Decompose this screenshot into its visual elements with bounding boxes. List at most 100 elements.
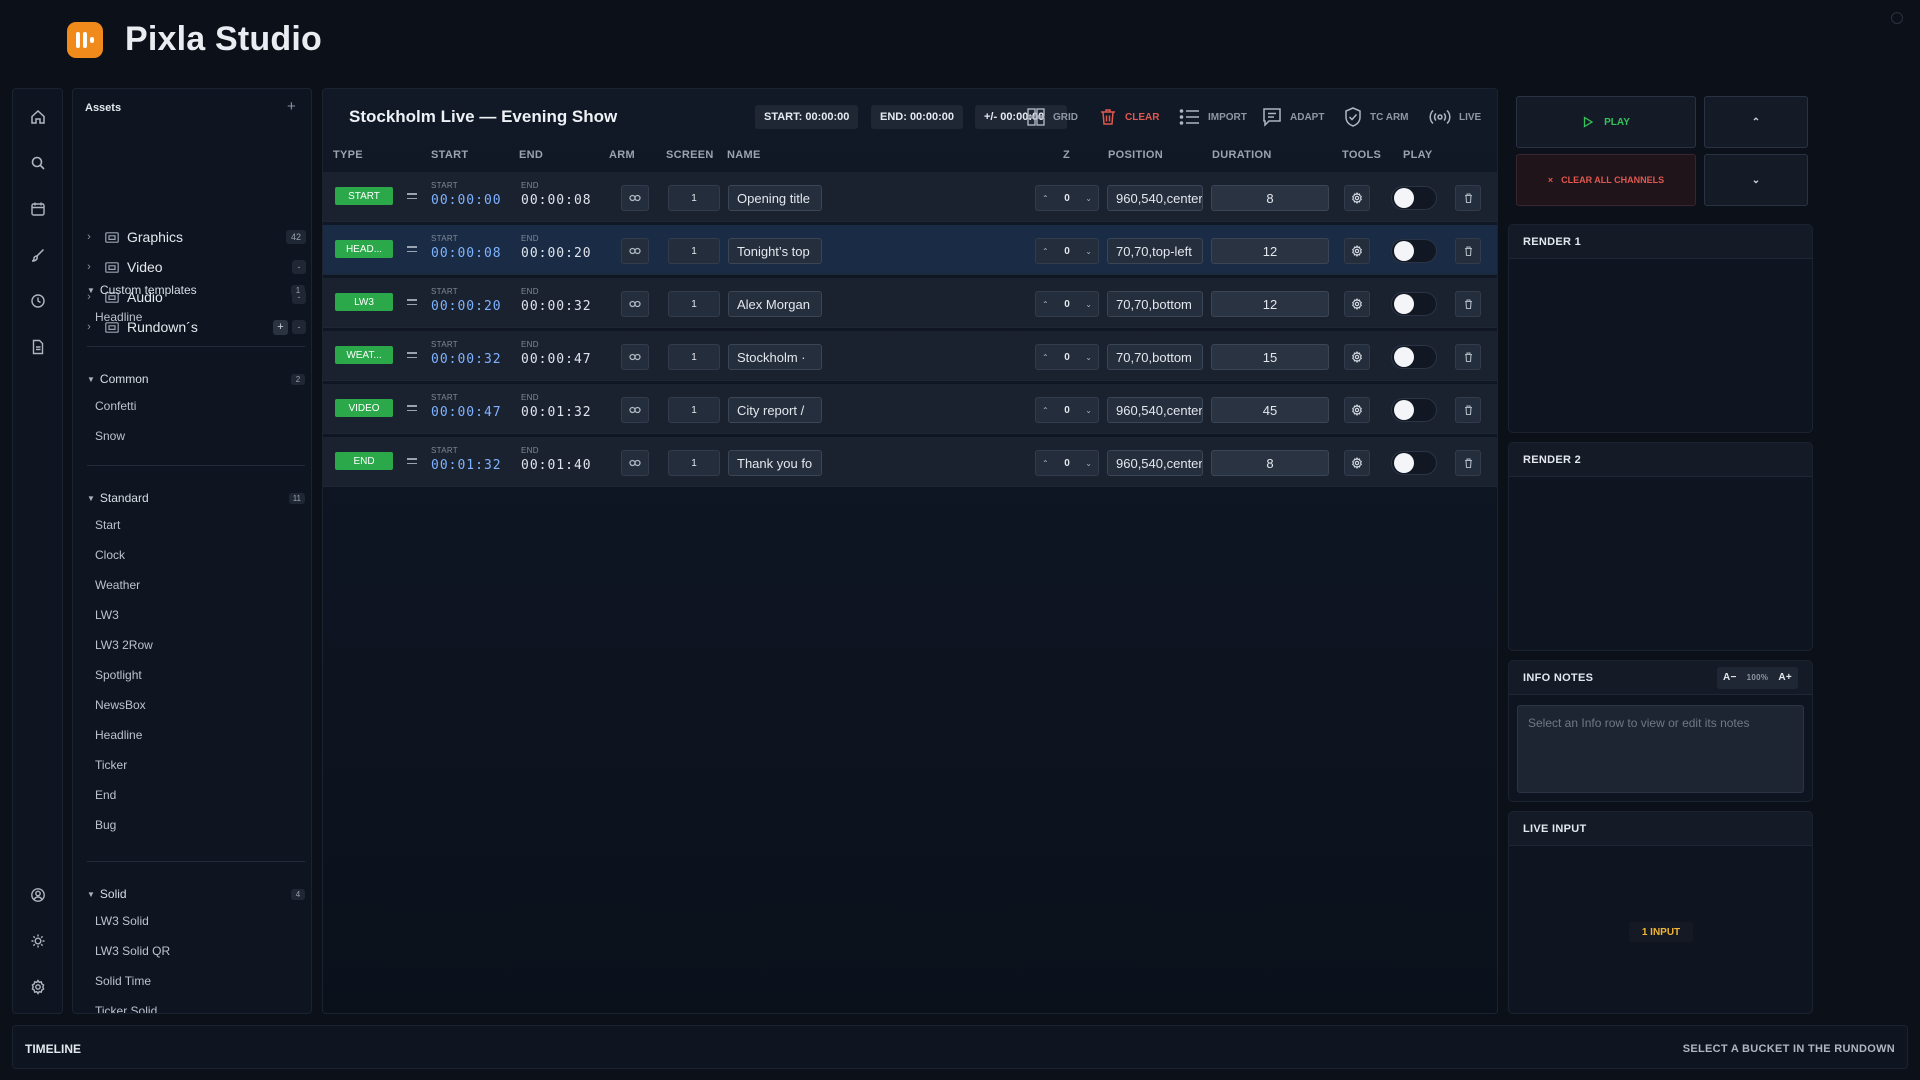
delete-row-button[interactable] <box>1455 291 1481 317</box>
adapt-button[interactable]: ADAPT <box>1261 104 1324 130</box>
name-field[interactable]: Opening title <box>728 185 822 211</box>
template-item[interactable]: LW3 Solid <box>95 914 149 928</box>
z-stepper[interactable]: ⌃ 0 ⌄ <box>1035 185 1099 211</box>
clear-button[interactable]: CLEAR <box>1098 104 1159 130</box>
tc-arm-button[interactable]: TC ARM <box>1343 104 1409 130</box>
info-notes-textarea[interactable]: Select an Info row to view or edit its n… <box>1517 705 1804 793</box>
add-rundown-button[interactable]: + <box>273 319 288 335</box>
end-time[interactable]: 00:01:40 <box>521 458 592 473</box>
live-button[interactable]: LIVE <box>1428 104 1481 130</box>
template-item[interactable]: Bug <box>95 818 116 832</box>
start-time[interactable]: 00:00:00 <box>431 193 502 208</box>
rundown-row[interactable]: START START 00:00:00 END 00:00:08 1 Opening ti… <box>323 172 1497 222</box>
calendar-icon[interactable] <box>26 197 50 221</box>
arm-link-button[interactable] <box>621 291 649 317</box>
drag-handle-icon[interactable] <box>407 188 417 204</box>
start-time[interactable]: 00:00:47 <box>431 405 502 420</box>
rundown-row[interactable]: VIDEO START 00:00:47 END 00:01:32 1 City repor… <box>323 384 1497 434</box>
import-button[interactable]: IMPORT <box>1179 104 1247 130</box>
position-field[interactable]: 70,70,bottom <box>1107 344 1203 370</box>
screen-field[interactable]: 1 <box>668 450 720 476</box>
end-time[interactable]: 00:00:32 <box>521 299 592 314</box>
row-settings-button[interactable] <box>1344 185 1370 211</box>
caret-down-icon[interactable]: ⌄ <box>1085 406 1092 415</box>
name-field[interactable]: Alex Morgan <box>728 291 822 317</box>
delete-row-button[interactable] <box>1455 344 1481 370</box>
start-time[interactable]: 00:00:20 <box>431 299 502 314</box>
caret-down-icon[interactable]: ⌄ <box>1085 459 1092 468</box>
screen-field[interactable]: 1 <box>668 185 720 211</box>
template-item[interactable]: Ticker Solid <box>95 1004 157 1013</box>
name-field[interactable]: Stockholm · <box>728 344 822 370</box>
font-increase-button[interactable]: A+ <box>1778 672 1792 683</box>
play-toggle[interactable] <box>1391 186 1437 210</box>
window-status-icon[interactable] <box>1891 12 1903 24</box>
template-item[interactable]: Solid Time <box>95 974 151 988</box>
position-field[interactable]: 960,540,center <box>1107 397 1203 423</box>
screen-field[interactable]: 1 <box>668 291 720 317</box>
clear-all-channels-button[interactable]: × CLEAR ALL CHANNELS <box>1516 154 1696 206</box>
drag-handle-icon[interactable] <box>407 241 417 257</box>
arm-link-button[interactable] <box>621 238 649 264</box>
theme-sun-icon[interactable] <box>26 929 50 953</box>
z-stepper[interactable]: ⌃ 0 ⌄ <box>1035 450 1099 476</box>
position-field[interactable]: 70,70,bottom <box>1107 291 1203 317</box>
caret-down-icon[interactable]: ⌄ <box>1085 353 1092 362</box>
rundown-row[interactable]: HEAD... START 00:00:08 END 00:00:20 1 Tonight’… <box>323 225 1497 275</box>
clock-icon[interactable] <box>26 289 50 313</box>
arm-link-button[interactable] <box>621 397 649 423</box>
arm-link-button[interactable] <box>621 185 649 211</box>
duration-field[interactable]: 45 <box>1211 397 1329 423</box>
template-item[interactable]: Spotlight <box>95 668 142 682</box>
drag-handle-icon[interactable] <box>407 400 417 416</box>
rundown-row[interactable]: LW3 START 00:00:20 END 00:00:32 1 Alex Morgan ⌃… <box>323 278 1497 328</box>
section-solid[interactable]: ▼ Solid 4 <box>87 887 305 901</box>
screen-field[interactable]: 1 <box>668 238 720 264</box>
drag-handle-icon[interactable] <box>407 294 417 310</box>
caret-down-icon[interactable]: ⌄ <box>1085 247 1092 256</box>
template-item[interactable]: NewsBox <box>95 698 146 712</box>
template-item[interactable]: Confetti <box>95 399 136 413</box>
screen-field[interactable]: 1 <box>668 344 720 370</box>
name-field[interactable]: Thank you fo <box>728 450 822 476</box>
document-icon[interactable] <box>26 335 50 359</box>
add-asset-button[interactable]: + <box>287 98 296 115</box>
play-toggle[interactable] <box>1391 345 1437 369</box>
arm-link-button[interactable] <box>621 450 649 476</box>
position-field[interactable]: 960,540,center <box>1107 185 1203 211</box>
screen-field[interactable]: 1 <box>668 397 720 423</box>
template-item[interactable]: Start <box>95 518 120 532</box>
z-stepper[interactable]: ⌃ 0 ⌄ <box>1035 291 1099 317</box>
z-stepper[interactable]: ⌃ 0 ⌄ <box>1035 344 1099 370</box>
play-toggle[interactable] <box>1391 451 1437 475</box>
name-field[interactable]: City report / <box>728 397 822 423</box>
template-item[interactable]: Weather <box>95 578 140 592</box>
settings-gear-icon[interactable] <box>26 975 50 999</box>
caret-down-icon[interactable]: ⌄ <box>1085 194 1092 203</box>
caret-up-icon[interactable]: ⌃ <box>1042 406 1049 415</box>
move-up-button[interactable]: ⌃ <box>1704 96 1808 148</box>
template-item[interactable]: Headline <box>95 728 142 742</box>
duration-field[interactable]: 8 <box>1211 450 1329 476</box>
row-settings-button[interactable] <box>1344 344 1370 370</box>
duration-field[interactable]: 8 <box>1211 185 1329 211</box>
caret-up-icon[interactable]: ⌃ <box>1042 300 1049 309</box>
delete-row-button[interactable] <box>1455 238 1481 264</box>
delete-row-button[interactable] <box>1455 397 1481 423</box>
end-time[interactable]: 00:01:32 <box>521 405 592 420</box>
end-time[interactable]: 00:00:47 <box>521 352 592 367</box>
duration-field[interactable]: 15 <box>1211 344 1329 370</box>
play-toggle[interactable] <box>1391 239 1437 263</box>
brush-icon[interactable] <box>26 243 50 267</box>
z-stepper[interactable]: ⌃ 0 ⌄ <box>1035 397 1099 423</box>
play-toggle[interactable] <box>1391 398 1437 422</box>
z-stepper[interactable]: ⌃ 0 ⌄ <box>1035 238 1099 264</box>
template-item[interactable]: Ticker <box>95 758 127 772</box>
end-time[interactable]: 00:00:20 <box>521 246 592 261</box>
row-settings-button[interactable] <box>1344 238 1370 264</box>
template-item[interactable]: Headline <box>95 310 142 324</box>
position-field[interactable]: 960,540,center <box>1107 450 1203 476</box>
template-item[interactable]: LW3 2Row <box>95 638 153 652</box>
row-settings-button[interactable] <box>1344 291 1370 317</box>
move-down-button[interactable]: ⌄ <box>1704 154 1808 206</box>
